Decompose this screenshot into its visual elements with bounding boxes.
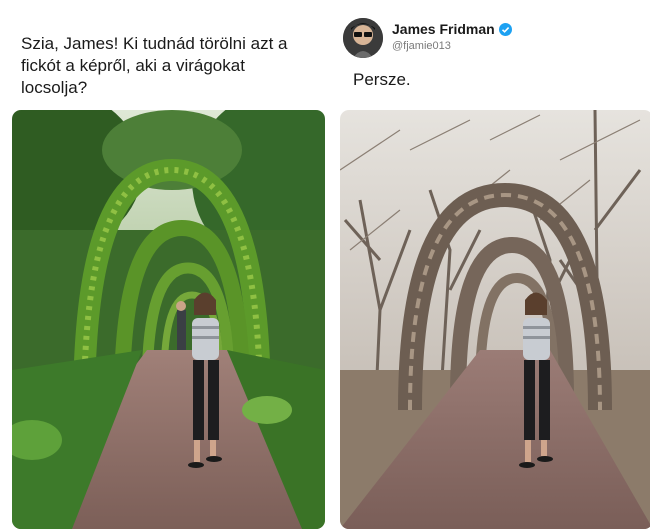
request-panel: Szia, James! Ki tudnád törölni azt a fic… bbox=[0, 0, 325, 531]
avatar[interactable] bbox=[343, 18, 383, 58]
author-handle[interactable]: @fjamie013 bbox=[392, 40, 451, 52]
reply-panel: James Fridman @fjamie013 Persze. bbox=[325, 0, 650, 531]
request-text: Szia, James! Ki tudnád törölni azt a fic… bbox=[21, 34, 288, 97]
edited-photo bbox=[340, 110, 650, 529]
author-name[interactable]: James Fridman bbox=[392, 21, 495, 37]
verified-check-icon bbox=[499, 23, 512, 36]
original-photo bbox=[12, 110, 325, 529]
reply-text: Persze. bbox=[353, 70, 411, 89]
